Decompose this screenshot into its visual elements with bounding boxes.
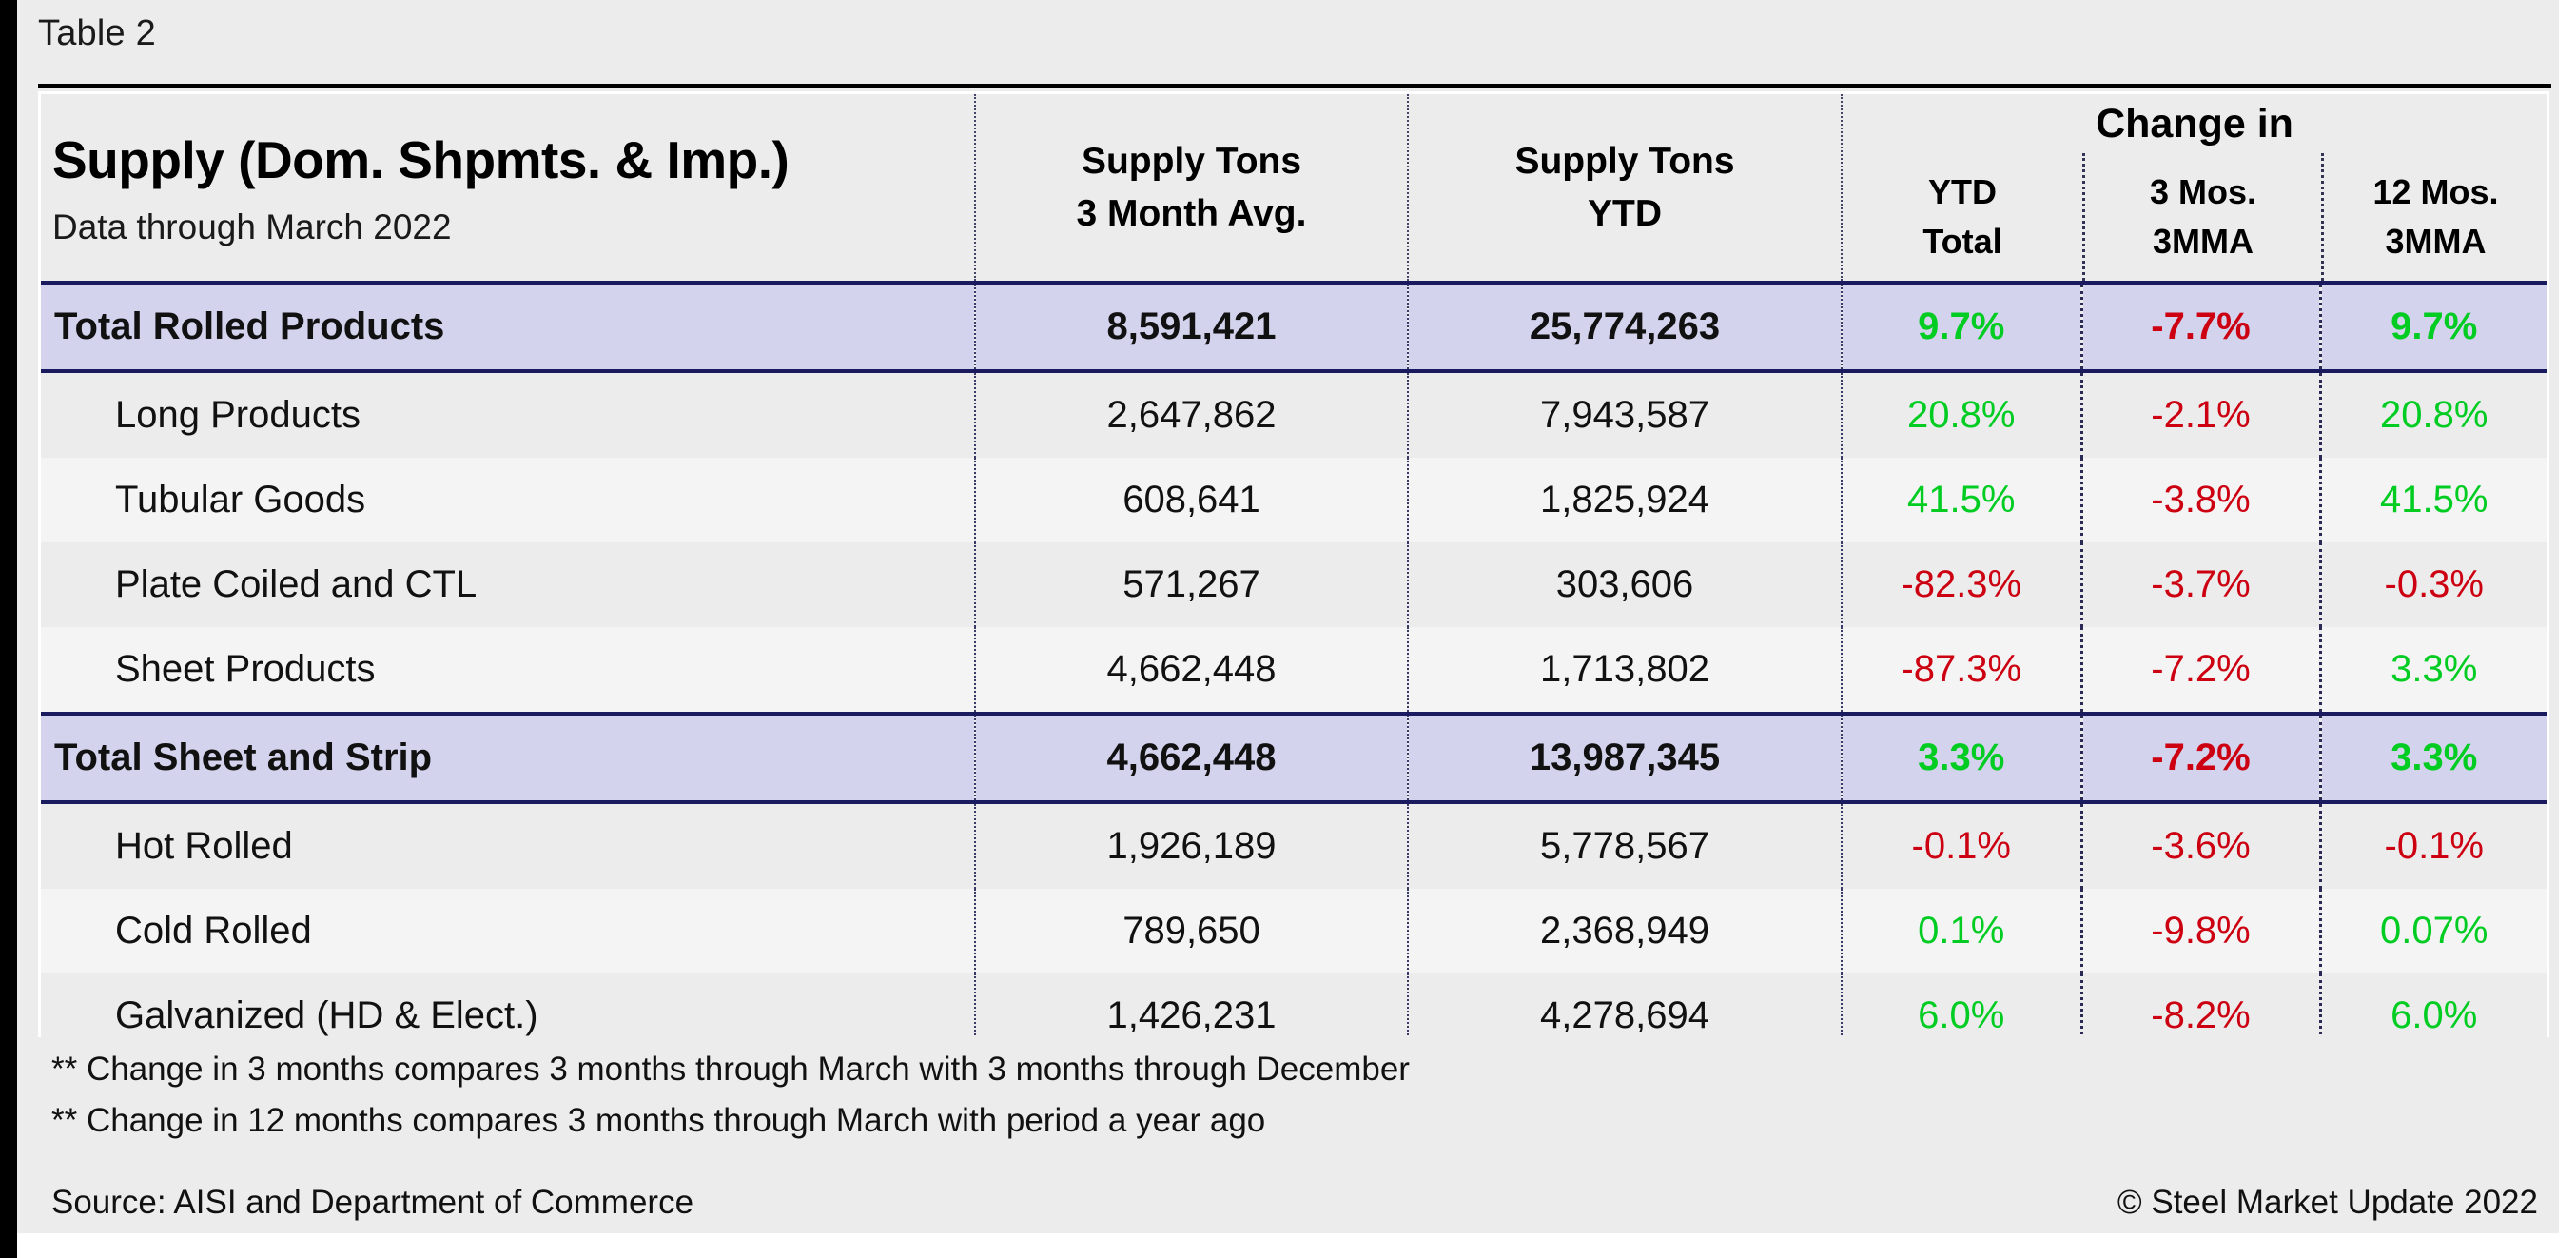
table-caption: Table 2 [38,13,156,54]
cell-change-ytd-total: -82.3% [1842,542,2081,627]
page-subtitle: Data through March 2022 [52,206,974,249]
row-label: Hot Rolled [41,802,975,889]
table-body: Total Rolled Products8,591,42125,774,263… [41,283,2547,1143]
cell-supply-ytd: 1,713,802 [1408,627,1842,714]
table-row[interactable]: Plate Coiled and CTL571,267303,606-82.3%… [41,542,2547,627]
cell-change-12mos-3mma: 3.3% [2320,627,2547,714]
header-change-in-label: Change in [1843,94,2547,153]
table-footer: ** Change in 3 months compares 3 months … [38,1037,2549,1210]
header-supply-ytd-line1: Supply Tons [1409,135,1841,187]
header-12mos-line2: 3MMA [2386,217,2487,266]
row-label: Sheet Products [41,627,975,714]
header-supply-3month-avg: Supply Tons 3 Month Avg. [975,94,1408,283]
row-label: Total Rolled Products [41,283,975,371]
header-supply-ytd-line2: YTD [1409,187,1841,240]
row-label: Cold Rolled [41,889,975,973]
table-row[interactable]: Sheet Products4,662,4481,713,802-87.3%-7… [41,627,2547,714]
cell-supply-3month-avg: 608,641 [975,458,1408,542]
table-row[interactable]: Cold Rolled789,6502,368,9490.1%-9.8%0.07… [41,889,2547,973]
header-ytd-total: YTD Total [1843,153,2082,281]
cell-supply-ytd: 7,943,587 [1408,371,1842,458]
cell-change-12mos-3mma: 3.3% [2320,714,2547,802]
cell-change-3mos-3mma: -3.6% [2081,802,2320,889]
table-row[interactable]: Long Products2,647,8627,943,58720.8%-2.1… [41,371,2547,458]
row-label: Plate Coiled and CTL [41,542,975,627]
copyright-label: © Steel Market Update 2022 [2117,1184,2538,1222]
cell-change-ytd-total: -87.3% [1842,627,2081,714]
supply-data-table: Supply (Dom. Shpmts. & Imp.) Data throug… [41,94,2547,1143]
table-row[interactable]: Tubular Goods608,6411,825,92441.5%-3.8%4… [41,458,2547,542]
cell-supply-3month-avg: 1,926,189 [975,802,1408,889]
header-supply-ytd: Supply Tons YTD [1408,94,1842,283]
footnote-12-months: ** Change in 12 months compares 3 months… [51,1102,1265,1140]
cell-change-ytd-total: 0.1% [1842,889,2081,973]
cell-supply-3month-avg: 4,662,448 [975,714,1408,802]
row-label: Total Sheet and Strip [41,714,975,802]
cell-change-3mos-3mma: -7.2% [2081,714,2320,802]
table-row[interactable]: Total Sheet and Strip4,662,44813,987,345… [41,714,2547,802]
header-3mos-line2: 3MMA [2153,217,2254,266]
cell-change-3mos-3mma: -7.7% [2081,283,2320,371]
cell-supply-ytd: 25,774,263 [1408,283,1842,371]
table-panel: STEEL MARKET UPDATE part of the Group CR… [17,0,2559,1233]
cell-change-3mos-3mma: -9.8% [2081,889,2320,973]
header-12mos-line1: 12 Mos. [2372,167,2498,217]
cell-supply-ytd: 13,987,345 [1408,714,1842,802]
cell-change-12mos-3mma: -0.1% [2320,802,2547,889]
header-supply-3ma-line2: 3 Month Avg. [976,187,1407,240]
cell-supply-ytd: 1,825,924 [1408,458,1842,542]
cell-change-ytd-total: 20.8% [1842,371,2081,458]
cell-change-12mos-3mma: -0.3% [2320,542,2547,627]
cell-change-12mos-3mma: 41.5% [2320,458,2547,542]
cell-change-12mos-3mma: 0.07% [2320,889,2547,973]
cell-supply-3month-avg: 2,647,862 [975,371,1408,458]
cell-supply-ytd: 5,778,567 [1408,802,1842,889]
left-black-margin [0,0,17,1258]
row-label: Long Products [41,371,975,458]
cell-supply-3month-avg: 4,662,448 [975,627,1408,714]
cell-change-ytd-total: -0.1% [1842,802,2081,889]
header-ytd-total-line1: YTD [1928,167,1997,217]
cell-change-3mos-3mma: -2.1% [2081,371,2320,458]
cell-change-ytd-total: 9.7% [1842,283,2081,371]
row-label: Tubular Goods [41,458,975,542]
caption-divider [38,84,2551,88]
footnote-3-months: ** Change in 3 months compares 3 months … [51,1051,1410,1089]
header-12mos-3mma: 12 Mos. 3MMA [2321,153,2547,281]
cell-change-ytd-total: 41.5% [1842,458,2081,542]
header-ytd-total-line2: Total [1922,217,2001,266]
cell-change-3mos-3mma: -7.2% [2081,627,2320,714]
cell-change-12mos-3mma: 20.8% [2320,371,2547,458]
header-supply-3ma-line1: Supply Tons [976,135,1407,187]
table-head: Supply (Dom. Shpmts. & Imp.) Data throug… [41,94,2547,283]
cell-supply-ytd: 2,368,949 [1408,889,1842,973]
cell-supply-3month-avg: 8,591,421 [975,283,1408,371]
cell-supply-ytd: 303,606 [1408,542,1842,627]
cell-supply-3month-avg: 571,267 [975,542,1408,627]
screenshot-root: STEEL MARKET UPDATE part of the Group CR… [0,0,2576,1258]
source-label: Source: AISI and Department of Commerce [51,1184,693,1222]
cell-change-3mos-3mma: -3.8% [2081,458,2320,542]
cell-change-ytd-total: 3.3% [1842,714,2081,802]
cell-change-12mos-3mma: 9.7% [2320,283,2547,371]
page-title: Supply (Dom. Shpmts. & Imp.) [52,131,974,190]
table-row[interactable]: Hot Rolled1,926,1895,778,567-0.1%-3.6%-0… [41,802,2547,889]
cell-change-3mos-3mma: -3.7% [2081,542,2320,627]
table-row[interactable]: Total Rolled Products8,591,42125,774,263… [41,283,2547,371]
header-change-group: Change in YTD Total 3 Mos. 3MMA [1842,94,2547,283]
header-3mos-line1: 3 Mos. [2150,167,2256,217]
header-title-cell: Supply (Dom. Shpmts. & Imp.) Data throug… [41,94,975,283]
header-3mos-3mma: 3 Mos. 3MMA [2082,153,2321,281]
header-row: Supply (Dom. Shpmts. & Imp.) Data throug… [41,94,2547,283]
cell-supply-3month-avg: 789,650 [975,889,1408,973]
